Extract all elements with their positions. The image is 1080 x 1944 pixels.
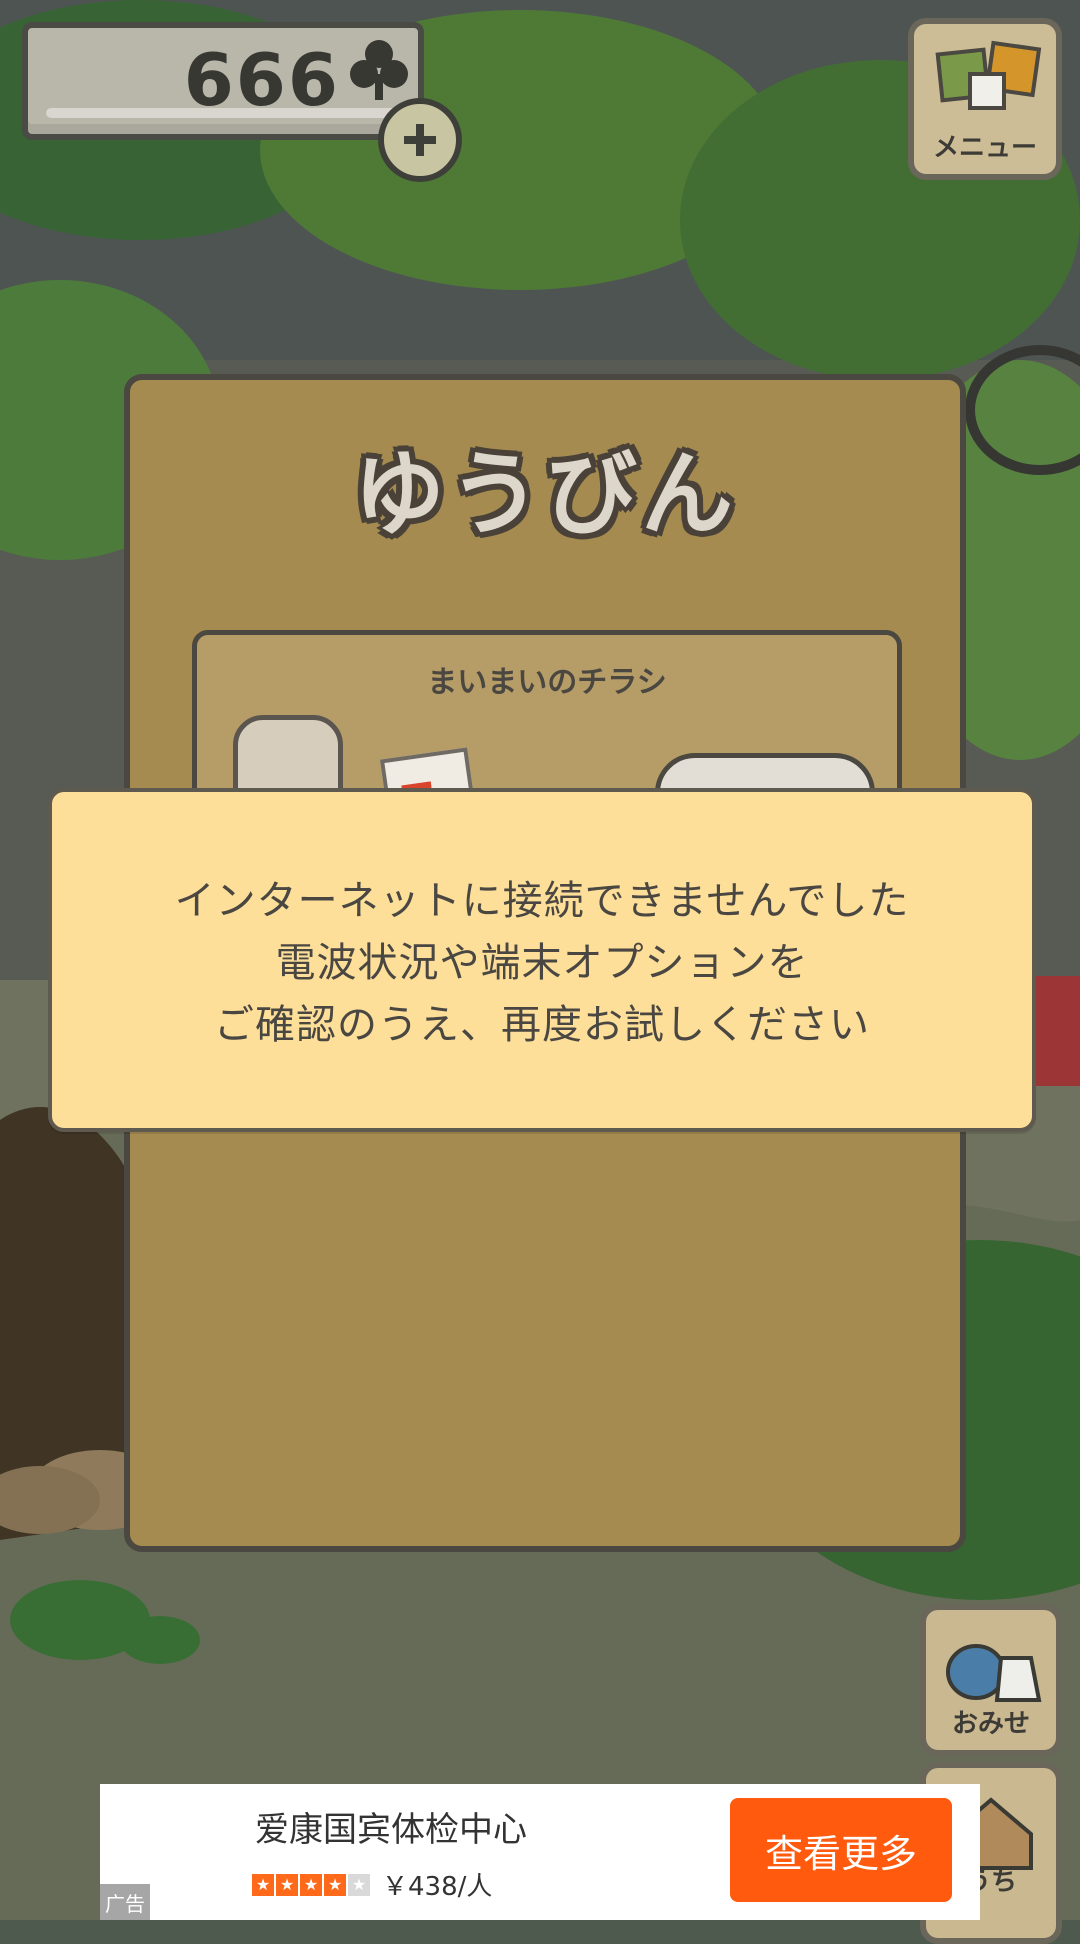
shop-button[interactable]: おみせ [920,1604,1062,1756]
plus-icon [404,124,436,156]
counter-underline [46,108,400,118]
star-filled-icon: ★ [300,1874,322,1896]
star-empty-icon: ★ [348,1874,370,1896]
shop-label: おみせ [951,1709,1030,1739]
star-filled-icon: ★ [252,1874,274,1896]
menu-button[interactable]: メニュー [908,18,1062,180]
error-line-3: ご確認のうえ、再度お試しください [214,1002,870,1048]
clover-counter: 666 [22,22,424,140]
clover-icon [350,38,408,102]
error-message: インターネットに接続できませんでした 電波状況や端末オプションを ご確認のうえ、… [52,870,1032,1056]
mail-item-title: まいまいのチラシ [427,665,667,700]
mail-title: ゆうびん [352,441,737,548]
star-filled-icon: ★ [324,1874,346,1896]
ad-cta-button[interactable]: 查看更多 [730,1798,952,1902]
ad-price: ￥438/人 [382,1872,493,1902]
shop-bag-icon [946,1644,1042,1702]
connection-error-dialog[interactable]: インターネットに接続できませんでした 電波状況や端末オプションを ご確認のうえ、… [48,788,1036,1132]
add-clover-button[interactable] [378,98,462,182]
ad-banner[interactable]: 爱康国宾体检中心 ★ ★ ★ ★ ★ ￥438/人 查看更多 广告 [100,1784,980,1920]
star-filled-icon: ★ [276,1874,298,1896]
menu-cards-icon [935,40,1042,110]
ad-rating-stars: ★ ★ ★ ★ ★ [252,1874,370,1898]
menu-label: メニュー [932,133,1037,163]
error-line-2: 電波状況や端末オプションを [275,940,809,986]
error-line-1: インターネットに接続できませんでした [174,878,910,924]
ad-tag: 广告 [100,1884,150,1920]
ad-title: 爱康国宾体检中心 [255,1810,527,1850]
